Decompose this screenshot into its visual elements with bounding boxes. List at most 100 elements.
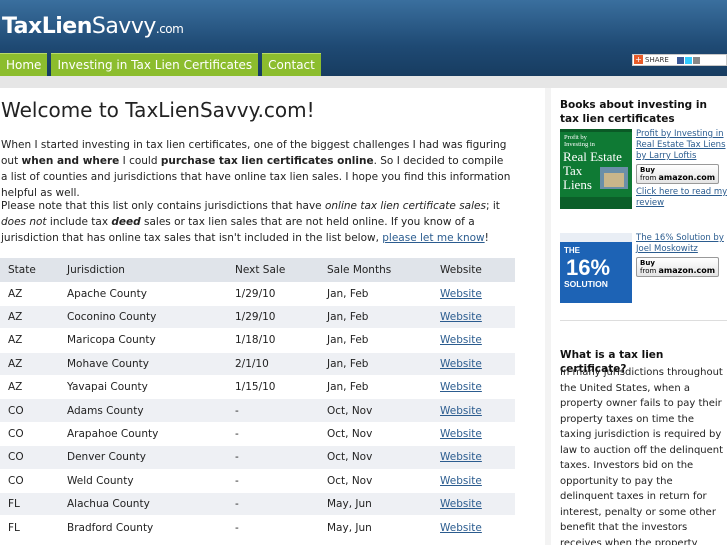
cell-jurisdiction: Weld County [59,468,227,493]
cell-state: FL [0,492,59,516]
twitter-icon [685,56,693,64]
cell-jurisdiction: Bradford County [59,515,227,540]
book2-title-link[interactable]: The 16% Solution by Joel Moskowitz [636,233,724,254]
cell-next-sale: - [227,421,319,446]
books-heading: Books about investing in tax lien certif… [560,99,707,125]
cell-state: CO [0,468,59,493]
note-text-2: ; it [485,200,500,212]
website-link[interactable]: Website [440,334,482,346]
table-row: AZ Yavapai County 1/15/10 Jan, Feb Website [0,375,515,399]
logo-light-text: Savvy [91,14,157,39]
buy-from-amazon-button[interactable]: Buy from amazon.com [636,164,720,184]
cell-sale-months: May, Jun [319,515,432,540]
table-row: CO Weld County - Oct, Nov Website [0,468,515,493]
cover2-line-2: SOLUTION [564,279,608,289]
intro-paragraph: When I started investing in tax lien cer… [1,137,511,201]
cell-next-sale: - [227,515,319,540]
cell-jurisdiction: Coconino County [59,304,227,329]
intro-text-2: I could [119,155,161,167]
cell-jurisdiction: Arapahoe County [59,421,227,446]
col-next-sale: Next Sale [227,258,319,282]
intro-bold-2: purchase tax lien certificates online [160,155,374,167]
cover2-line-1: 16% [566,255,610,280]
county-table: State Jurisdiction Next Sale Sale Months… [0,258,515,540]
header-band [0,76,727,88]
cell-state: AZ [0,304,59,329]
book-cover-profit[interactable]: Profit by Investing in Real Estate Tax L… [560,129,632,209]
logo-bold-text: TaxLien [2,14,92,39]
intro-bold-1: when and where [21,155,120,167]
cell-jurisdiction: Mohave County [59,351,227,376]
cell-website: Website [432,398,515,423]
website-link[interactable]: Website [440,405,482,417]
share-label: SHARE [645,56,669,64]
book1-title-link[interactable]: Profit by Investing in Real Estate Tax L… [636,129,726,150]
buy-label-2: Buy [640,259,655,267]
website-link[interactable]: Website [440,358,482,370]
cover1-line-1: Investing in [564,141,596,148]
note-bold-italic: deed [111,216,141,228]
cell-website: Website [432,421,515,446]
nav-home[interactable]: Home [0,53,48,76]
website-link[interactable]: Website [440,311,482,323]
website-link[interactable]: Website [440,381,482,393]
cell-state: AZ [0,281,59,306]
website-link[interactable]: Website [440,428,482,440]
col-website: Website [432,258,515,282]
book-cover-16-percent[interactable]: THE 16% SOLUTION [560,233,632,313]
cell-sale-months: Oct, Nov [319,468,432,493]
sidebar-divider [560,320,727,321]
cell-website: Website [432,445,515,470]
cell-website: Website [432,328,515,353]
review-link[interactable]: Click here to read my review [636,187,727,209]
table-body: AZ Apache County 1/29/10 Jan, Feb Website AZ C… [0,281,515,540]
cell-website: Website [432,375,515,399]
table-row: CO Arapahoe County - Oct, Nov Website [0,421,515,446]
col-jurisdiction: Jurisdiction [59,258,227,282]
table-row: AZ Maricopa County 1/18/10 Jan, Feb Website [0,328,515,353]
website-link[interactable]: Website [440,475,482,487]
table-row: FL Alachua County - May, Jun Website [0,492,515,516]
cell-next-sale: 1/18/10 [227,328,319,353]
contact-link[interactable]: please let me know [382,232,484,244]
cell-state: AZ [0,375,59,399]
cover2-line-0: THE [564,246,581,255]
book-info-1: Profit by Investing in Real Estate Tax L… [636,129,727,209]
website-link[interactable]: Website [440,498,482,510]
cell-jurisdiction: Yavapai County [59,375,227,399]
table-header-row: State Jurisdiction Next Sale Sale Months… [0,258,515,282]
logo-domain-text: .com [155,22,184,36]
website-link[interactable]: Website [440,288,482,300]
cell-sale-months: Oct, Nov [319,445,432,470]
book1-author-link[interactable]: by Larry Loftis [636,151,727,162]
cell-next-sale: - [227,468,319,493]
note-paragraph: Please note that this list only contains… [1,198,511,246]
table-row: AZ Coconino County 1/29/10 Jan, Feb Website [0,304,515,329]
table-row: CO Adams County - Oct, Nov Website [0,398,515,423]
column-divider [545,88,551,545]
share-button[interactable]: + SHARE [632,54,727,66]
cell-state: FL [0,515,59,540]
cell-state: CO [0,445,59,470]
table-row: AZ Apache County 1/29/10 Jan, Feb Website [0,281,515,306]
cover1-line-4: Liens [563,177,592,192]
buy-from-amazon-button-2[interactable]: Buy from amazon.com [636,257,720,277]
cell-sale-months: Jan, Feb [319,304,432,329]
website-link[interactable]: Website [440,451,482,463]
site-header: TaxLienSavvy.com Home Investing in Tax L… [0,0,727,76]
cover1-line-3: Tax [563,163,583,178]
cell-jurisdiction: Apache County [59,281,227,306]
cell-sale-months: Jan, Feb [319,351,432,376]
cover1-line-0: Profit by [564,134,588,141]
note-text-3: include tax [46,216,112,228]
cell-sale-months: Jan, Feb [319,328,432,353]
note-text-1: Please note that this list only contains… [1,200,325,212]
nav-contact[interactable]: Contact [262,53,321,76]
cell-website: Website [432,468,515,493]
table-row: AZ Mohave County 2/1/10 Jan, Feb Website [0,351,515,376]
nav-investing[interactable]: Investing in Tax Lien Certificates [51,53,259,76]
cell-sale-months: Jan, Feb [319,375,432,399]
site-logo[interactable]: TaxLienSavvy.com [2,14,184,39]
plus-icon: + [634,55,643,64]
website-link[interactable]: Website [440,522,482,534]
